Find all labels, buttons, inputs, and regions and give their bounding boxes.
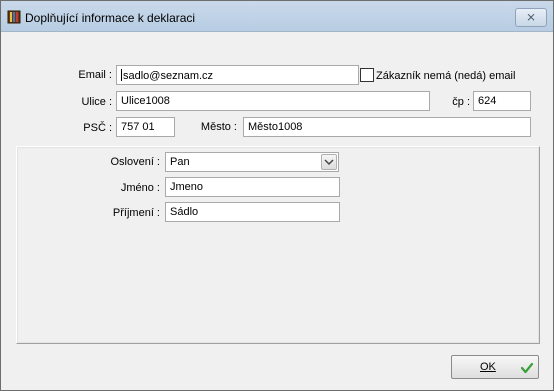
street-label: Ulice :	[81, 96, 112, 108]
last-name-input[interactable]: Sádlo	[165, 202, 340, 222]
dialog-window: Doplňující informace k deklaraci ⨯ Email…	[0, 0, 554, 391]
close-button[interactable]: ⨯	[515, 8, 547, 27]
first-name-label: Jméno :	[120, 182, 160, 194]
ok-label: OK	[480, 361, 496, 373]
email-value: sadlo@seznam.cz	[123, 70, 214, 82]
house-number-input[interactable]: 624	[473, 91, 531, 111]
city-label: Město :	[200, 121, 237, 133]
last-name-label: Příjmení :	[112, 207, 160, 219]
chevron-down-icon	[324, 159, 334, 166]
window-title: Doplňující informace k deklaraci	[25, 11, 196, 25]
app-book-icon	[7, 10, 21, 24]
street-input[interactable]: Ulice1008	[116, 91, 430, 111]
zip-input[interactable]: 757 01	[116, 117, 175, 137]
salutation-label: Oslovení :	[110, 156, 160, 168]
close-icon: ⨯	[525, 10, 537, 24]
city-value: Město1008	[248, 121, 303, 133]
email-input[interactable]: sadlo@seznam.cz	[116, 65, 359, 85]
city-input[interactable]: Město1008	[243, 117, 531, 137]
dropdown-button[interactable]	[321, 154, 337, 170]
house-number-label: čp :	[452, 96, 470, 108]
no-email-label[interactable]: Zákazník nemá (nedá) email	[376, 70, 515, 82]
house-number-value: 624	[478, 95, 497, 107]
first-name-value: Jmeno	[170, 181, 204, 193]
no-email-checkbox[interactable]	[360, 68, 374, 82]
title-bar[interactable]: Doplňující informace k deklaraci ⨯	[1, 1, 553, 32]
ok-button[interactable]: OK	[451, 355, 539, 379]
salutation-value: Pan	[170, 156, 190, 168]
zip-value: 757 01	[121, 121, 155, 133]
checkmark-icon	[520, 362, 534, 374]
text-caret	[121, 69, 122, 81]
zip-label: PSČ :	[83, 122, 112, 134]
street-value: Ulice1008	[121, 95, 170, 107]
salutation-select[interactable]: Pan	[165, 152, 339, 172]
email-label: Email :	[78, 69, 112, 81]
person-panel: Oslovení : Pan Jméno : Jmeno Příjmení : …	[16, 146, 540, 344]
first-name-input[interactable]: Jmeno	[165, 177, 340, 197]
last-name-value: Sádlo	[170, 206, 199, 218]
